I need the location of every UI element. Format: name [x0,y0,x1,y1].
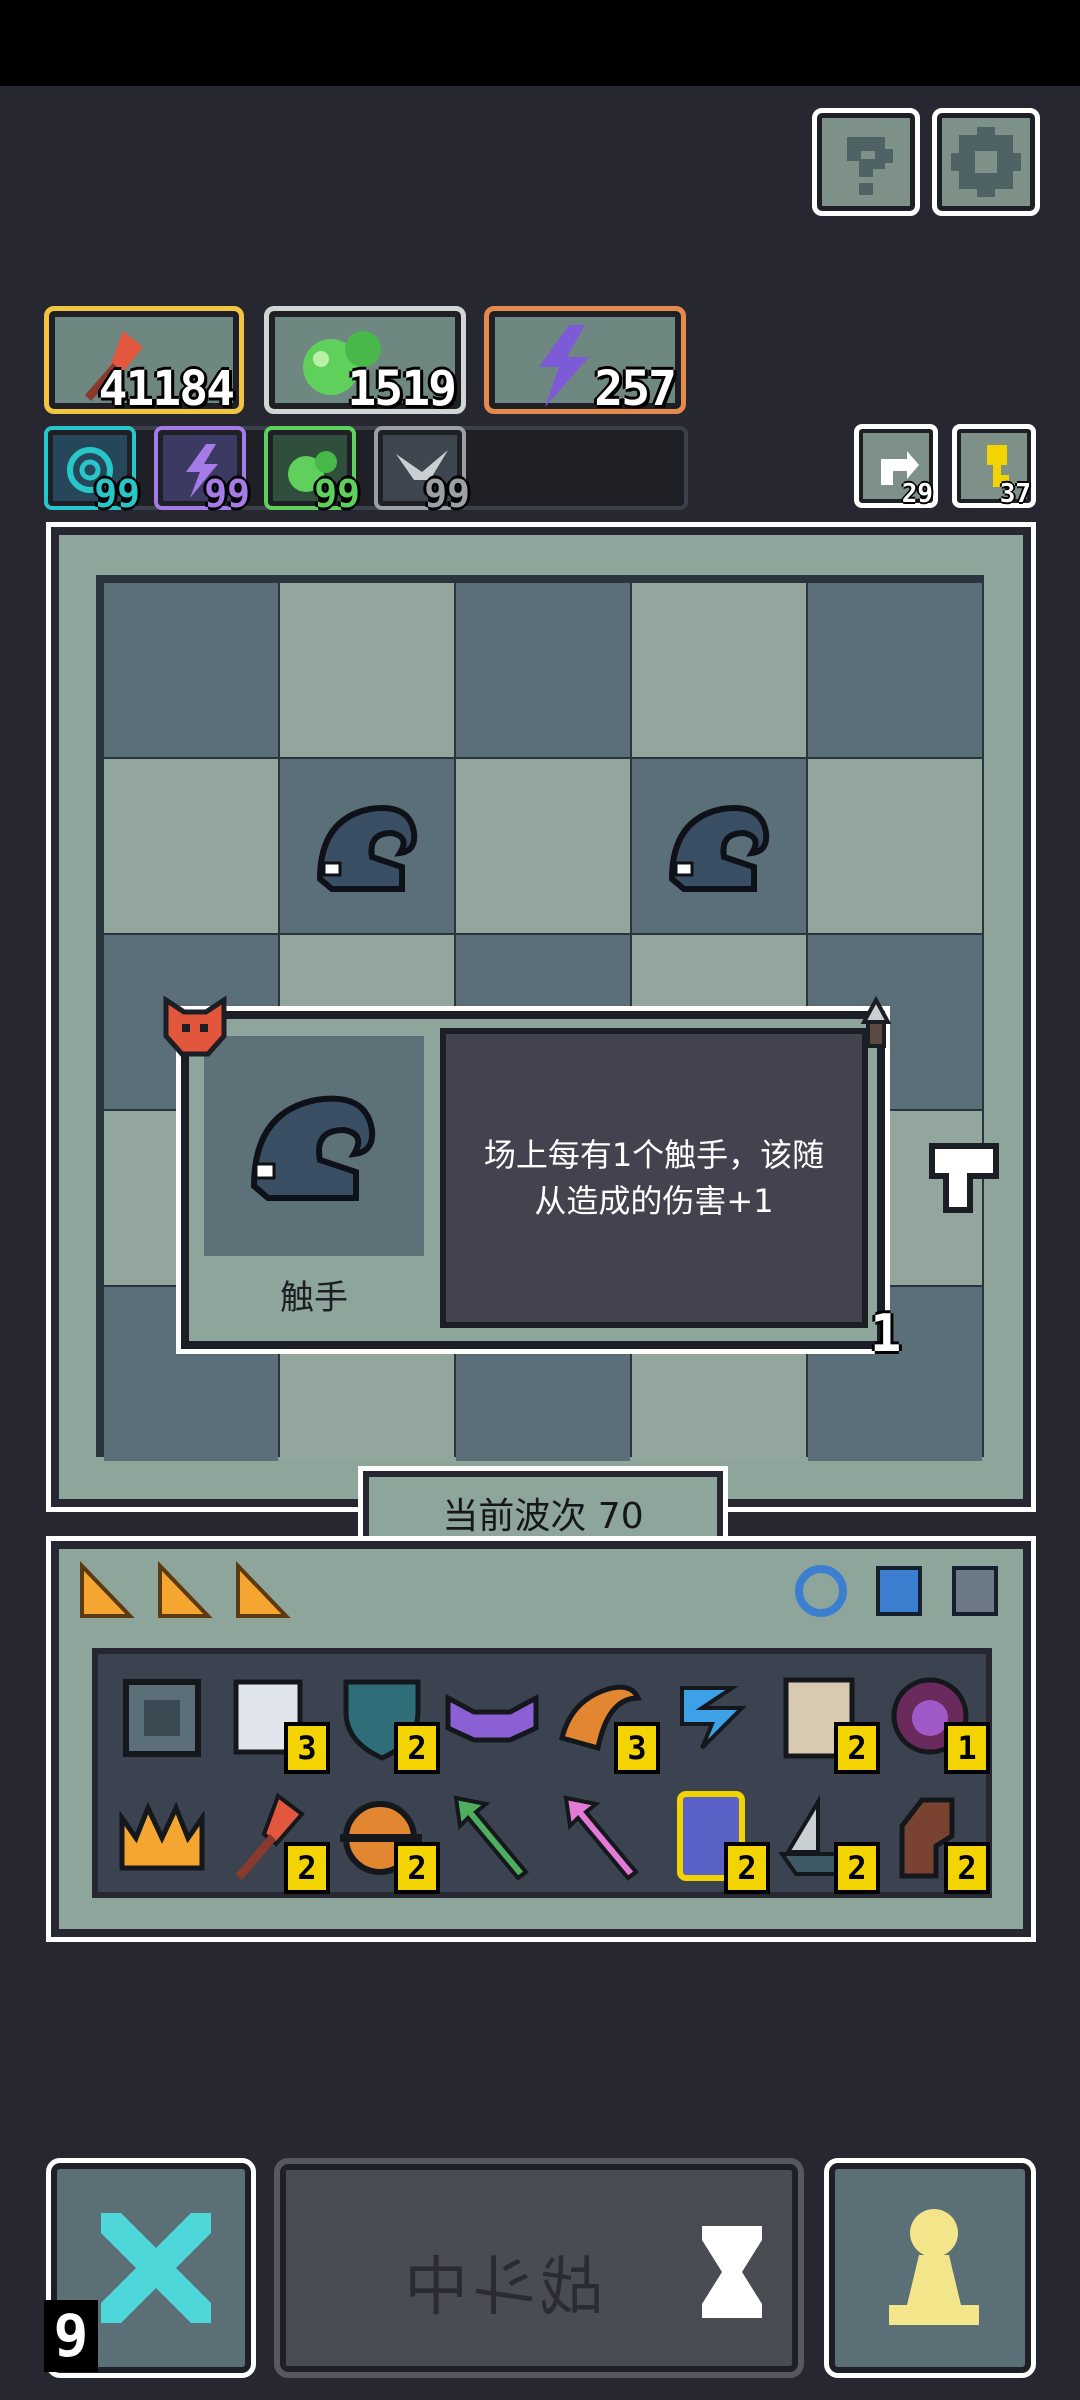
gear-icon [951,127,1021,197]
help-button[interactable] [812,108,920,216]
item-count: 2 [834,1842,880,1894]
resource-axe-value: 41184 [98,361,235,417]
item-potion-jar[interactable]: 2 [662,1788,770,1894]
popup-dagger-badge [846,995,906,1064]
resource-green: 1519 [264,306,466,417]
item-pink-arrow[interactable] [552,1788,652,1888]
resource-energy: 257 [484,306,686,417]
gold-piece-icon[interactable] [154,1560,214,1622]
hook-icon [929,1143,999,1213]
fight-label: 战斗中 [400,2251,604,2325]
item-scroll[interactable]: 3 [222,1668,330,1774]
board-cell[interactable] [808,759,982,933]
item-count: 2 [944,1842,990,1894]
board-cell[interactable] [104,583,278,757]
item-blue-wind[interactable] [662,1668,762,1768]
side-marker[interactable] [928,1142,1000,1214]
item-count: 1 [944,1722,990,1774]
fox-icon [163,995,227,1057]
item-dark-box[interactable] [112,1668,212,1768]
dark-box-icon [123,1679,201,1757]
mini-stat-green: 99 [264,426,360,516]
remaining-count: 9 [44,2300,98,2372]
item-shield-heart[interactable]: 2 [332,1668,440,1774]
item-green-arrow[interactable] [442,1788,542,1888]
board-cell[interactable] [456,759,630,933]
item-count: 2 [394,1842,440,1894]
refresh-counter[interactable]: 29 [854,424,938,509]
board-cell-tentacle[interactable] [632,759,806,933]
board-cell[interactable] [104,759,278,933]
crossed-swords-icon [101,2213,211,2323]
hourglass-icon [702,2226,762,2318]
item-demon-face[interactable]: 1 [882,1668,990,1774]
item-ship[interactable]: 2 [772,1788,880,1894]
board-cell[interactable] [632,583,806,757]
pawn-icon [889,2209,979,2325]
popup-fox-badge [160,994,230,1062]
item-purple-bat[interactable] [442,1668,542,1768]
unit-menu-button[interactable] [824,2158,1036,2378]
blue-wind-icon [680,1686,747,1750]
gold-piece-icon[interactable] [76,1560,136,1622]
crown-claw-icon [119,1801,205,1871]
tentacle-icon [668,805,770,892]
fight-status-button[interactable]: 战斗中 [274,2158,804,2378]
mini-stats-bar [44,426,688,510]
question-mark-icon [847,137,893,195]
mini-stat-purple: 99 [154,426,250,516]
item-crown-claw[interactable] [112,1788,212,1888]
inventory-tabs [76,1560,298,1632]
resource-axe: 41184 [44,306,244,417]
popup-unit-name: 触手 [280,1278,348,1318]
item-orange-orb[interactable]: 2 [332,1788,440,1894]
popup-level: 1 [870,1304,902,1364]
resource-green-value: 1519 [347,361,457,417]
mini-stat-purple-value: 99 [204,472,250,516]
item-count: 2 [834,1722,880,1774]
settings-button[interactable] [932,108,1040,216]
key-counter-value: 37 [999,479,1031,509]
blue-helmet-icon[interactable] [868,1560,930,1622]
mini-stat-wing: 99 [374,426,470,516]
inventory-grid: 3 2 3 2 1 2 2 2 2 2 [92,1648,992,1898]
board-cell[interactable] [456,583,630,757]
board-cell[interactable] [808,583,982,757]
blue-ring-icon[interactable] [790,1560,852,1622]
key-counter[interactable]: 37 [952,424,1036,509]
purple-bat-icon [445,1693,539,1743]
item-map[interactable]: 2 [772,1668,880,1774]
tentacle-icon [250,1095,376,1201]
mini-stat-swirl: 99 [44,426,140,516]
popup-portrait [204,1036,424,1256]
item-count: 3 [284,1722,330,1774]
item-horn[interactable]: 3 [552,1668,660,1774]
dagger-icon [860,995,892,1048]
resource-energy-value: 257 [594,361,677,417]
pink-arrow-icon [563,1795,639,1881]
gold-piece-icon[interactable] [232,1560,292,1622]
board-cell[interactable] [280,583,454,757]
item-count: 2 [724,1842,770,1894]
status-bar [0,0,1080,86]
mini-stat-swirl-value: 99 [94,472,140,516]
gray-helmet-icon[interactable] [944,1560,1006,1622]
tentacle-icon [316,805,418,892]
item-count: 2 [394,1722,440,1774]
board-cell-tentacle[interactable] [280,759,454,933]
green-arrow-icon [453,1795,529,1881]
mini-stat-wing-value: 99 [424,472,470,516]
item-count: 2 [284,1842,330,1894]
inventory-filters [790,1560,1010,1628]
wave-label: 当前波次 70 [442,1496,644,1537]
mini-stat-green-value: 99 [314,472,360,516]
item-brown-totem[interactable]: 2 [882,1788,990,1894]
popup-description: 场上每有1个触手，该随从造成的伤害+1 [440,1028,868,1328]
item-count: 3 [614,1722,660,1774]
refresh-counter-value: 29 [901,479,933,509]
item-red-axe[interactable]: 2 [222,1788,330,1894]
